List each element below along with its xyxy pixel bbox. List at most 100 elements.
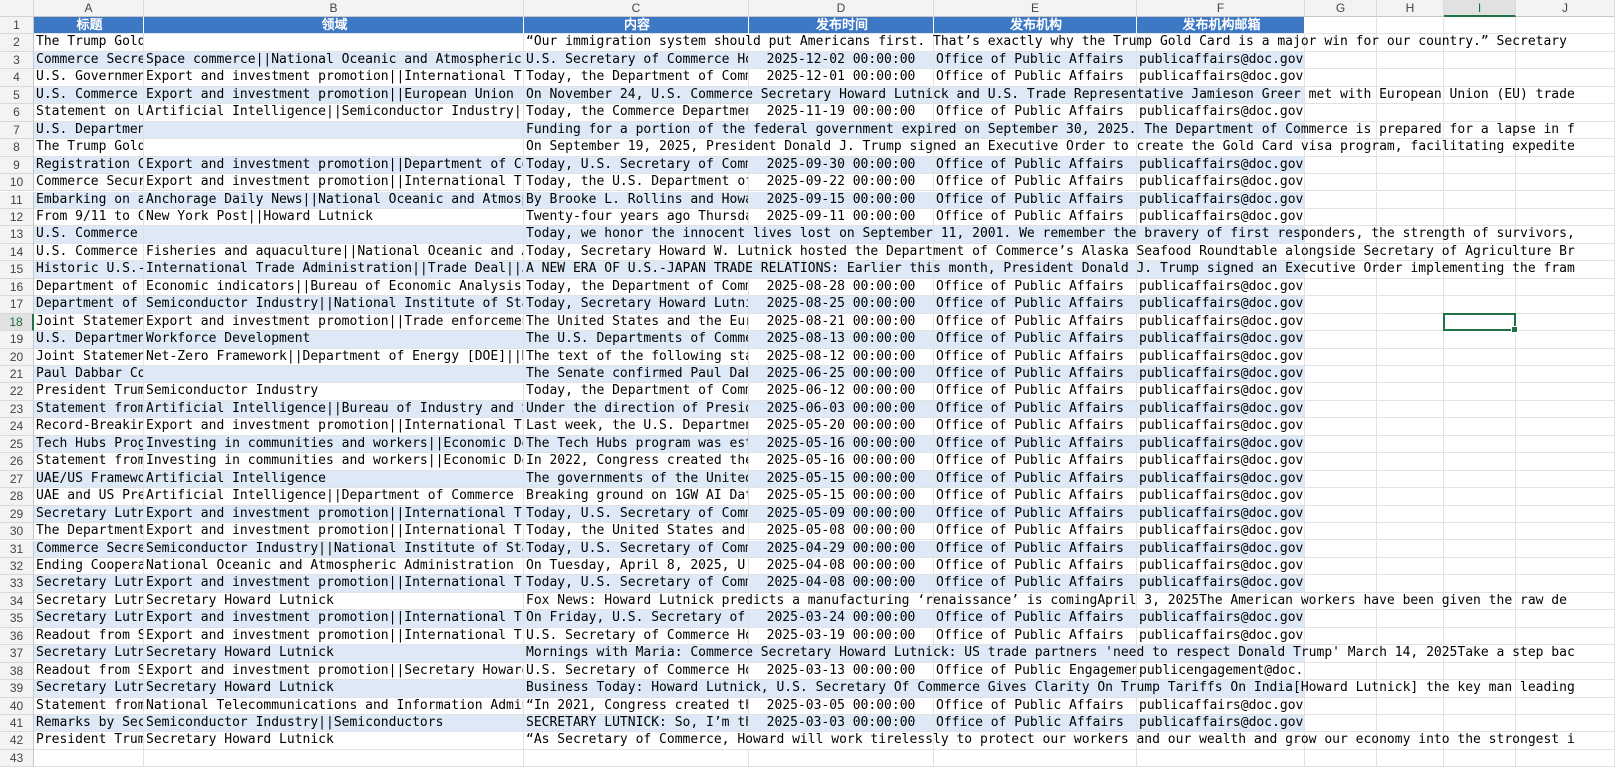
cell-a27[interactable]: UAE/US Framework <box>34 470 144 489</box>
cell-h1[interactable] <box>1377 17 1444 35</box>
row-header-7[interactable]: 7 <box>0 121 34 140</box>
cell-f38[interactable]: publicengagement@doc.gov <box>1137 662 1305 681</box>
row-header-28[interactable]: 28 <box>0 488 34 506</box>
spreadsheet-grid[interactable]: A B C D E F G H I J 1 标题 领域 内容 发布时间 发布机构 发布机构邮箱 2 The Trum… <box>0 0 1615 779</box>
cell-a38[interactable]: Readout from S <box>34 662 144 681</box>
cell-a21[interactable]: Paul Dabbar Confirmed as Commerce Deputy… <box>34 366 144 384</box>
cell-b14[interactable]: Fisheries and aquaculture||National Ocea… <box>144 243 524 262</box>
cell-g4[interactable] <box>1305 69 1377 87</box>
cell-a29[interactable]: Secretary Lutnick <box>34 505 144 524</box>
cell-a5[interactable]: U.S. Commerce <box>34 86 144 105</box>
cell-j43[interactable] <box>1516 749 1615 768</box>
cell-j25[interactable] <box>1516 435 1615 454</box>
cell-d18[interactable]: 2025-08-21 00:00:00 <box>749 313 934 332</box>
cell-i1[interactable] <box>1444 17 1516 35</box>
cell-f41[interactable]: publicaffairs@doc.gov <box>1137 715 1305 733</box>
cell-g26[interactable] <box>1305 453 1377 471</box>
cell-j22[interactable] <box>1516 383 1615 401</box>
cell-g29[interactable] <box>1305 505 1377 524</box>
cell-a17[interactable]: Department of <box>34 296 144 314</box>
cell-b20[interactable]: Net-Zero Framework||Department of Energy… <box>144 348 524 366</box>
cell-c25[interactable]: The Tech Hubs program was established <box>524 435 749 454</box>
cell-c21[interactable]: The Senate confirmed Paul Dabbar <box>524 366 749 384</box>
cell-b29[interactable]: Export and investment promotion||Interna… <box>144 505 524 524</box>
cell-a18[interactable]: Joint Statement <box>34 313 144 332</box>
cell-e41[interactable]: Office of Public Affairs <box>934 715 1137 733</box>
cell-c16[interactable]: Today, the Department of Commerce <box>524 278 749 297</box>
cell-e20[interactable]: Office of Public Affairs <box>934 348 1137 366</box>
cell-j11[interactable] <box>1516 191 1615 209</box>
cell-f3[interactable]: publicaffairs@doc.gov <box>1137 51 1305 70</box>
cell-i23[interactable] <box>1444 400 1516 419</box>
cell-c41[interactable]: SECRETARY LUTNICK: So, I’m the <box>524 715 749 733</box>
cell-g31[interactable] <box>1305 540 1377 558</box>
cell-h3[interactable] <box>1377 51 1444 70</box>
cell-h40[interactable] <box>1377 697 1444 715</box>
column-header-i[interactable]: I <box>1444 0 1516 17</box>
cell-i6[interactable] <box>1444 104 1516 122</box>
cell-g11[interactable] <box>1305 191 1377 209</box>
cell-a25[interactable]: Tech Hubs Prog <box>34 435 144 454</box>
cell-i26[interactable] <box>1444 453 1516 471</box>
cell-a7[interactable]: U.S. Department of Commerce Plan for Ord… <box>34 121 144 140</box>
cell-c42[interactable]: “As Secretary of Commerce, Howard will w… <box>524 732 1575 750</box>
cell-d3[interactable]: 2025-12-02 00:00:00 <box>749 51 934 70</box>
cell-f30[interactable]: publicaffairs@doc.gov <box>1137 523 1305 541</box>
cell-j16[interactable] <box>1516 278 1615 297</box>
cell-j26[interactable] <box>1516 453 1615 471</box>
cell-h17[interactable] <box>1377 296 1444 314</box>
cell-b31[interactable]: Semiconductor Industry||National Institu… <box>144 540 524 558</box>
cell-j21[interactable] <box>1516 366 1615 384</box>
cell-c9[interactable]: Today, U.S. Secretary of Commerce <box>524 156 749 175</box>
cell-d4[interactable]: 2025-12-01 00:00:00 <box>749 69 934 87</box>
cell-a39[interactable]: Secretary Lutnick <box>34 680 144 698</box>
cell-i9[interactable] <box>1444 156 1516 175</box>
cell-h30[interactable] <box>1377 523 1444 541</box>
cell-g28[interactable] <box>1305 488 1377 506</box>
cell-h24[interactable] <box>1377 418 1444 436</box>
row-header-36[interactable]: 36 <box>0 627 34 646</box>
cell-g19[interactable] <box>1305 331 1377 349</box>
cell-b42[interactable]: Secretary Howard Lutnick <box>144 732 524 750</box>
cell-b6[interactable]: Artificial Intelligence||Semiconductor I… <box>144 104 524 122</box>
cell-g40[interactable] <box>1305 697 1377 715</box>
cell-b41[interactable]: Semiconductor Industry||Semiconductors <box>144 715 524 733</box>
cell-c18[interactable]: The United States and the European <box>524 313 749 332</box>
cell-h25[interactable] <box>1377 435 1444 454</box>
cell-j32[interactable] <box>1516 557 1615 576</box>
cell-g25[interactable] <box>1305 435 1377 454</box>
cell-c10[interactable]: Today, the U.S. Department of <box>524 174 749 192</box>
cell-h19[interactable] <box>1377 331 1444 349</box>
cell-c37[interactable]: Mornings with Maria: Commerce Secretary … <box>524 645 1575 663</box>
cell-j18[interactable] <box>1516 313 1615 332</box>
row-header-13[interactable]: 13 <box>0 226 34 244</box>
row-header-24[interactable]: 24 <box>0 418 34 436</box>
cell-i20[interactable] <box>1444 348 1516 366</box>
cell-h12[interactable] <box>1377 208 1444 227</box>
row-header-39[interactable]: 39 <box>0 680 34 698</box>
cell-f22[interactable]: publicaffairs@doc.gov <box>1137 383 1305 401</box>
row-header-3[interactable]: 3 <box>0 51 34 70</box>
cell-b35[interactable]: Export and investment promotion||Interna… <box>144 610 524 628</box>
cell-f6[interactable]: publicaffairs@doc.gov <box>1137 104 1305 122</box>
cell-j10[interactable] <box>1516 174 1615 192</box>
cell-g33[interactable] <box>1305 575 1377 593</box>
cell-e24[interactable]: Office of Public Affairs <box>934 418 1137 436</box>
cell-a20[interactable]: Joint Statement <box>34 348 144 366</box>
cell-g43[interactable] <box>1305 749 1377 768</box>
select-all-corner[interactable] <box>0 0 34 17</box>
row-header-35[interactable]: 35 <box>0 610 34 628</box>
cell-b7[interactable] <box>144 121 524 140</box>
row-header-43[interactable]: 43 <box>0 749 34 768</box>
cell-e18[interactable]: Office of Public Affairs <box>934 313 1137 332</box>
cell-i17[interactable] <box>1444 296 1516 314</box>
row-header-21[interactable]: 21 <box>0 366 34 384</box>
cell-b5[interactable]: Export and investment promotion||Europea… <box>144 86 524 105</box>
cell-b43[interactable] <box>144 749 524 768</box>
cell-g41[interactable] <box>1305 715 1377 733</box>
row-header-5[interactable]: 5 <box>0 86 34 105</box>
cell-e38[interactable]: Office of Public Engagement <box>934 662 1137 681</box>
column-header-d[interactable]: D <box>749 0 934 17</box>
cell-g24[interactable] <box>1305 418 1377 436</box>
cell-e22[interactable]: Office of Public Affairs <box>934 383 1137 401</box>
